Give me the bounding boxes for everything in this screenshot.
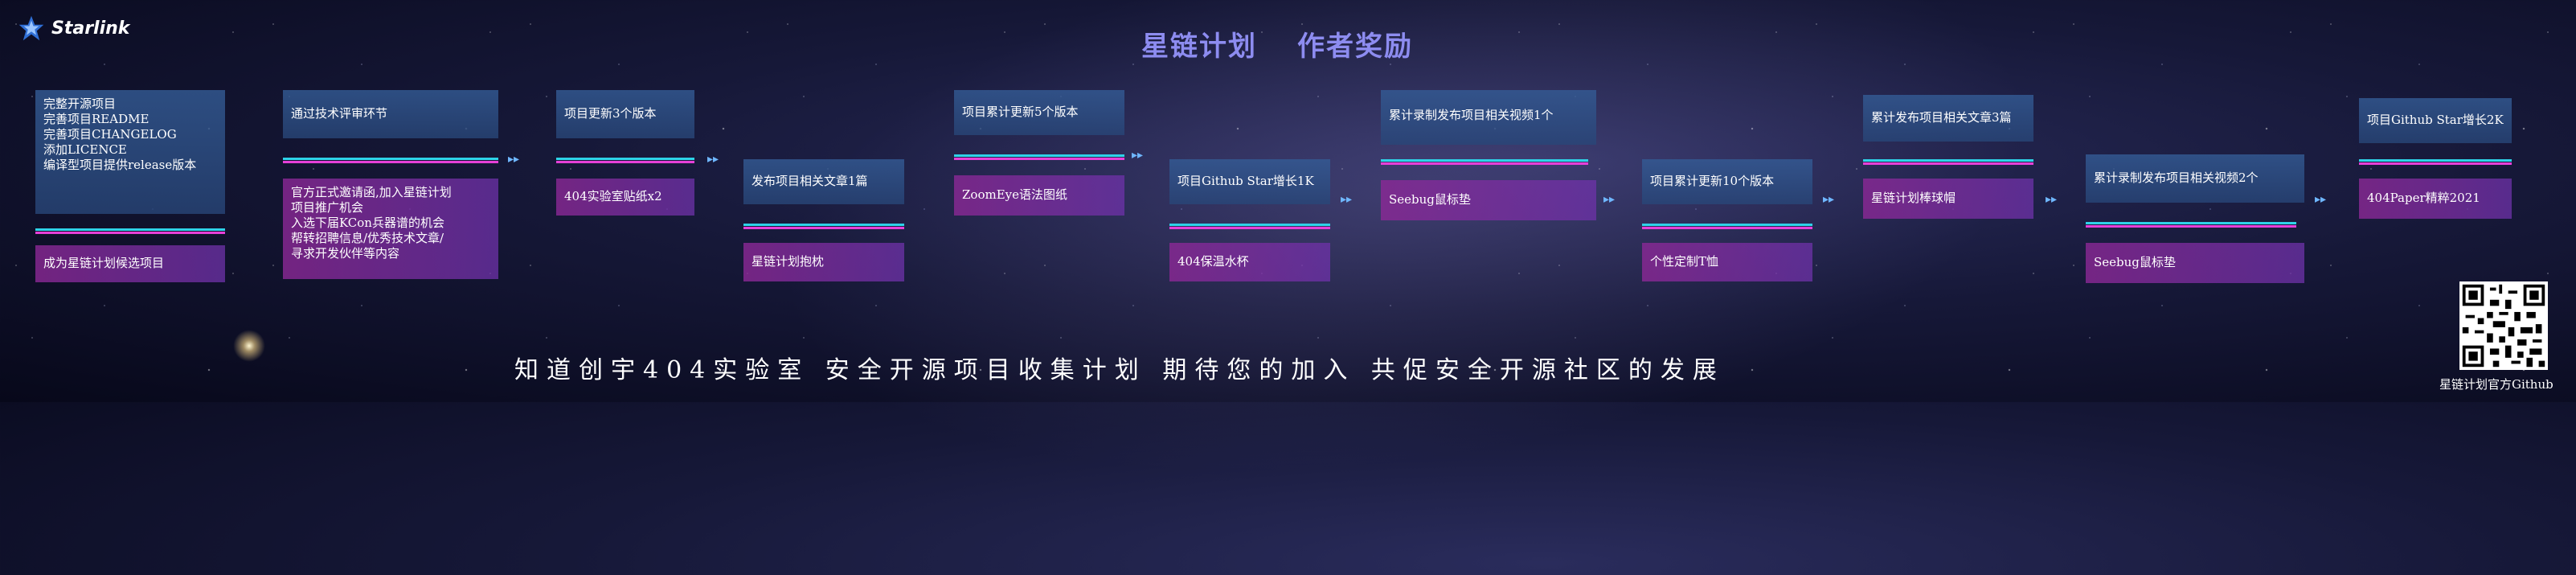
stage-9-reward: 星链计划棒球帽	[1863, 179, 2033, 219]
reward-line: 官方正式邀请函,加入星链计划	[291, 185, 452, 199]
reward-line: Seebug鼠标垫	[1389, 192, 1471, 207]
stage-11-reward: 404Paper精粹2021	[2359, 179, 2512, 219]
stage-7-divider	[1381, 159, 1588, 165]
chevron-right-icon: ▸▸	[1823, 193, 1835, 206]
stage-3-reward: 404实验室贴纸x2	[556, 179, 694, 216]
milky-way-glow	[690, 0, 2123, 575]
reward-line: 帮转招聘信息/优秀技术文章/	[291, 231, 444, 245]
stage-2-divider	[283, 158, 498, 163]
reward-line: 个性定制T恤	[1650, 254, 1719, 269]
requirement-line: 通过技术评审环节	[291, 106, 388, 121]
requirement-line: 项目累计更新10个版本	[1650, 174, 1775, 188]
stage-3-divider	[556, 158, 694, 163]
reward-line: 星链计划棒球帽	[1871, 191, 1956, 205]
reward-line: 404实验室贴纸x2	[564, 189, 662, 203]
reward-line: 星链计划抱枕	[752, 254, 825, 269]
requirement-line: 添加LICENCE	[43, 142, 127, 157]
stage-10-requirement: 累计录制发布项目相关视频2个	[2086, 154, 2304, 203]
stage-8-divider	[1642, 224, 1812, 229]
title-left: 星链计划	[1141, 31, 1257, 63]
requirement-line: 累计录制发布项目相关视频2个	[2094, 170, 2259, 185]
qr-caption: 星链计划官方Github	[2439, 377, 2553, 392]
stage-7-reward: Seebug鼠标垫	[1381, 180, 1596, 220]
bright-star	[233, 330, 265, 362]
starlink-star-icon	[18, 15, 44, 41]
stage-4-divider	[743, 224, 904, 229]
stage-11-requirement: 项目Github Star增长2K	[2359, 98, 2512, 143]
page-title: 星链计划 作者奖励	[1141, 24, 1413, 64]
stage-10-reward: Seebug鼠标垫	[2086, 243, 2304, 283]
requirement-line: 项目更新3个版本	[564, 106, 657, 121]
requirement-line: 项目Github Star增长2K	[2367, 113, 2504, 127]
stage-5-requirement: 项目累计更新5个版本	[954, 90, 1124, 135]
requirement-line: 完善项目CHANGELOG	[43, 127, 177, 142]
stage-6-divider	[1169, 224, 1330, 229]
stage-8-reward: 个性定制T恤	[1642, 243, 1812, 281]
requirement-line: 项目累计更新5个版本	[962, 105, 1079, 119]
chevron-right-icon: ▸▸	[1341, 193, 1353, 206]
reward-line: 成为星链计划候选项目	[43, 256, 165, 270]
stage-3-requirement: 项目更新3个版本	[556, 90, 694, 138]
chevron-right-icon: ▸▸	[707, 153, 719, 166]
chevron-right-icon: ▸▸	[508, 153, 520, 166]
chevron-right-icon: ▸▸	[1603, 193, 1616, 206]
chevron-right-icon: ▸▸	[2046, 193, 2058, 206]
reward-line: ZoomEye语法图纸	[962, 187, 1068, 202]
reward-line: 404保温水杯	[1177, 254, 1249, 269]
title-right: 作者奖励	[1297, 31, 1413, 63]
stage-9-divider	[1863, 159, 2033, 165]
stage-1-requirement: 完整开源项目 完善项目README 完善项目CHANGELOG 添加LICENC…	[35, 90, 225, 214]
stage-10-divider	[2086, 222, 2296, 228]
stage-1-reward: 成为星链计划候选项目	[35, 245, 225, 282]
stage-5-reward: ZoomEye语法图纸	[954, 175, 1124, 216]
chevron-right-icon: ▸▸	[1132, 149, 1144, 162]
reward-line: 入选下届KCon兵器谱的机会	[291, 216, 444, 230]
requirement-line: 发布项目相关文章1篇	[752, 174, 868, 188]
requirement-line: 累计录制发布项目相关视频1个	[1389, 108, 1554, 122]
requirement-line: 完整开源项目	[43, 97, 117, 111]
requirement-line: 编译型项目提供release版本	[43, 158, 197, 172]
starlink-logo: Starlink	[18, 14, 129, 42]
stage-1-divider	[35, 228, 225, 234]
stage-8-requirement: 项目累计更新10个版本	[1642, 159, 1812, 204]
stage-5-divider	[954, 154, 1124, 160]
qr-code	[2459, 281, 2548, 370]
brand-name: Starlink	[51, 18, 130, 39]
reward-line: 404Paper精粹2021	[2367, 191, 2480, 205]
stage-11-divider	[2359, 159, 2512, 165]
chevron-right-icon: ▸▸	[2315, 193, 2327, 206]
stage-6-reward: 404保温水杯	[1169, 243, 1330, 281]
stage-4-reward: 星链计划抱枕	[743, 243, 904, 281]
stage-9-requirement: 累计发布项目相关文章3篇	[1863, 95, 2033, 142]
footer-slogan: 知道创宇404实验室 安全开源项目收集计划 期待您的加入 共促安全开源社区的发展	[514, 356, 1725, 384]
reward-line: Seebug鼠标垫	[2094, 255, 2176, 269]
reward-line: 寻求开发伙伴等内容	[291, 246, 400, 261]
stage-2-requirement: 通过技术评审环节	[283, 90, 498, 138]
requirement-line: 累计发布项目相关文章3篇	[1871, 110, 2012, 125]
stage-7-requirement: 累计录制发布项目相关视频1个	[1381, 90, 1596, 145]
requirement-line: 完善项目README	[43, 112, 149, 126]
stage-4-requirement: 发布项目相关文章1篇	[743, 159, 904, 204]
requirement-line: 项目Github Star增长1K	[1177, 174, 1314, 188]
reward-line: 项目推广机会	[291, 200, 364, 215]
stage-2-reward: 官方正式邀请函,加入星链计划 项目推广机会 入选下届KCon兵器谱的机会 帮转招…	[283, 179, 498, 279]
stage-6-requirement: 项目Github Star增长1K	[1169, 159, 1330, 204]
